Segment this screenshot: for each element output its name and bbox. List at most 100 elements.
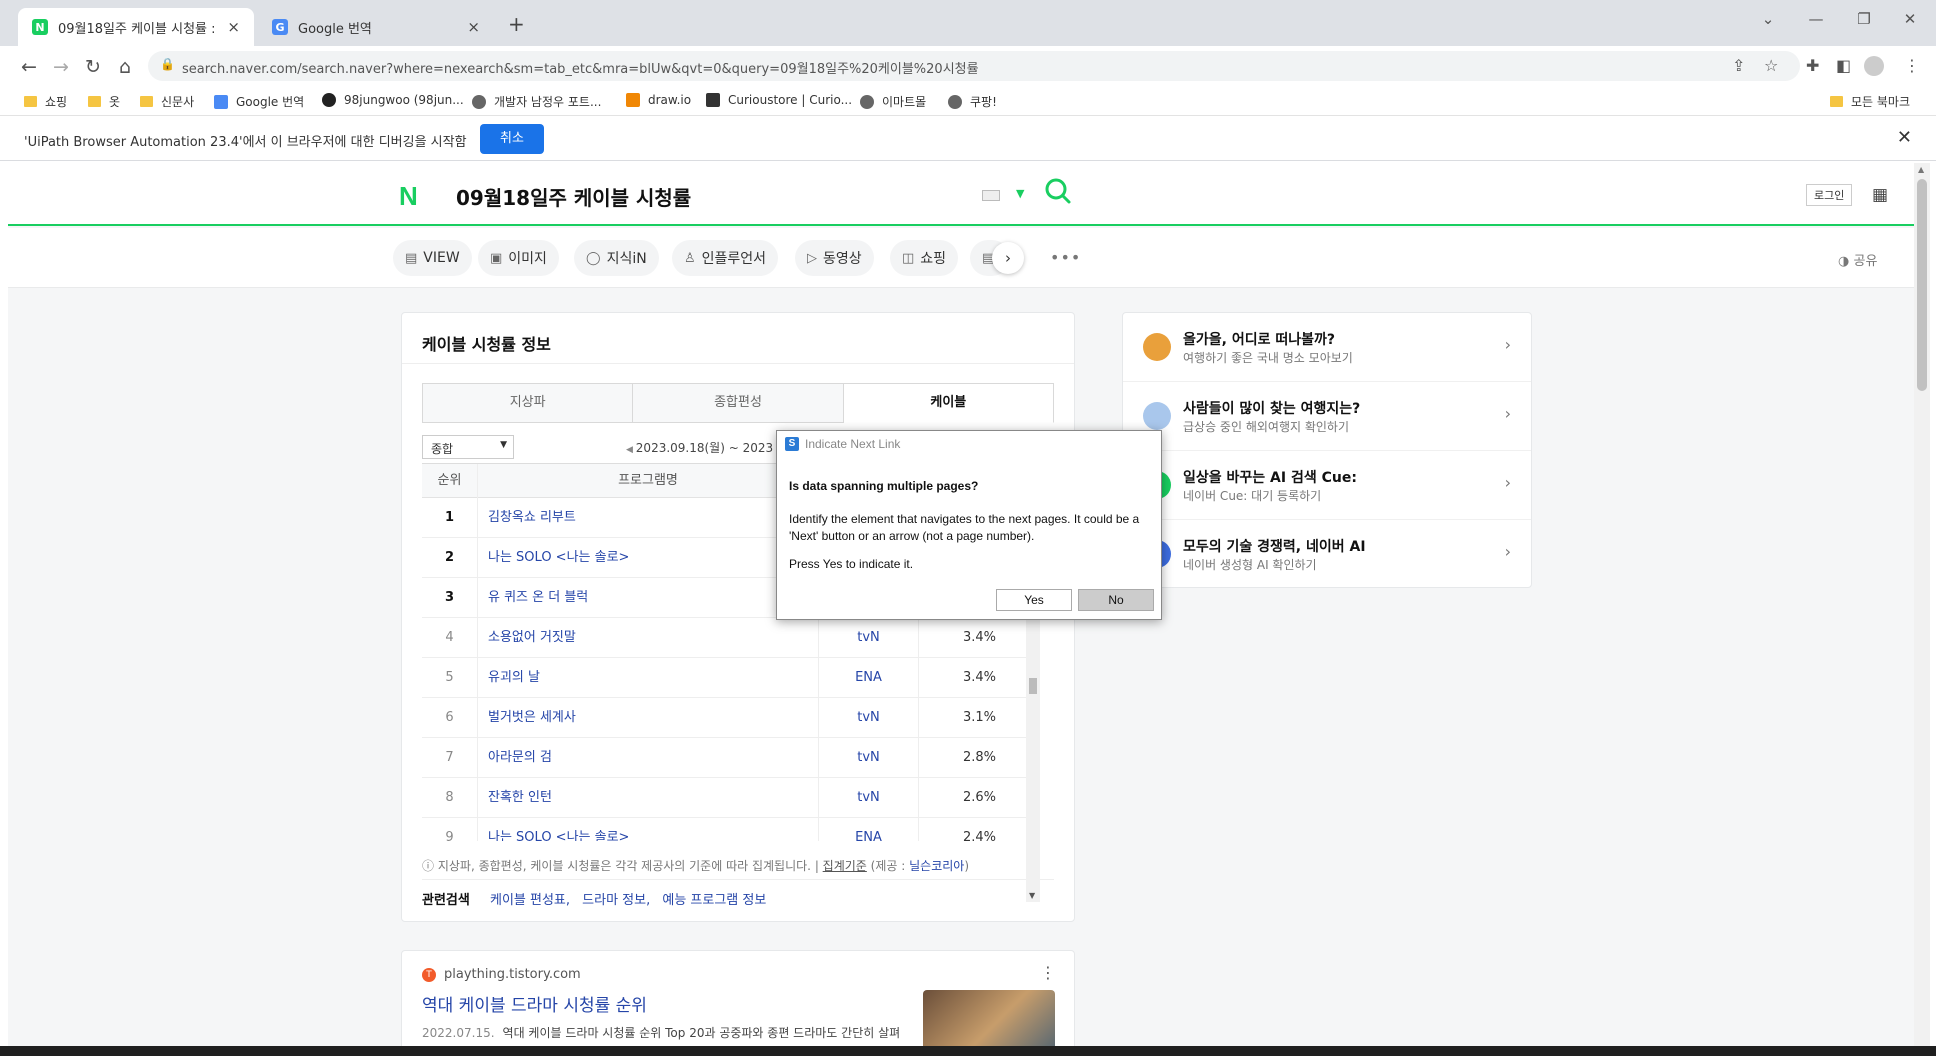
scroll-up-icon[interactable]: ▲ (1918, 165, 1924, 174)
program-link[interactable]: 나는 SOLO <나는 솔로> (488, 818, 818, 841)
bookmark-clothes[interactable]: 옷 (88, 93, 120, 110)
share-button[interactable]: ◑ 공유 (1838, 250, 1877, 269)
bookmark-drawio[interactable]: draw.io (626, 93, 691, 107)
forward-icon[interactable]: → (48, 54, 74, 80)
tab-view[interactable]: ▤ VIEW (393, 240, 472, 276)
menu-icon[interactable]: ⋮ (1904, 56, 1920, 75)
airplane-icon (1143, 402, 1171, 430)
panel-item-overseas[interactable]: 사람들이 많이 찾는 여행지는? 급상승 중인 해외여행지 확인하기 › (1123, 382, 1531, 451)
tab-kin[interactable]: ◯ 지식iN (574, 240, 659, 276)
globe-icon (948, 94, 962, 109)
browser-tab-naver[interactable]: N 09월18일주 케이블 시청률 : 네이 × (18, 8, 254, 46)
home-icon[interactable]: ⌂ (112, 54, 138, 80)
panel-item-ai[interactable]: 모두의 기술 경쟁력, 네이버 AI 네이버 생성형 AI 확인하기 › (1123, 520, 1531, 589)
extensions-icon[interactable]: ✚ (1806, 56, 1819, 75)
related-link[interactable]: 예능 프로그램 정보 (662, 893, 766, 908)
new-tab-icon[interactable]: + (508, 12, 525, 36)
program-link[interactable]: 유괴의 날 (488, 658, 818, 698)
scrollbar-thumb[interactable] (1917, 179, 1927, 391)
bookmark-shopping[interactable]: 쇼핑 (24, 93, 67, 110)
bookmark-coupang[interactable]: 쿠팡! (948, 93, 997, 110)
bookmark-label: Curioustore | Curio... (728, 93, 853, 107)
yes-button[interactable]: Yes (996, 589, 1072, 611)
related-link[interactable]: 드라마 정보, (582, 893, 650, 908)
bookmark-label: draw.io (648, 93, 692, 107)
tab-general[interactable]: 종합편성 (633, 383, 844, 423)
page-scrollbar[interactable]: ▲ (1914, 163, 1930, 1046)
keyboard-icon[interactable] (982, 190, 1000, 201)
caret-down-icon[interactable]: ▼ (1016, 187, 1024, 200)
bookmark-all[interactable]: 모든 북마크 (1830, 93, 1910, 110)
no-button[interactable]: No (1078, 589, 1154, 611)
divider (422, 879, 1054, 880)
program-link[interactable]: 김창옥쇼 리부트 (488, 498, 818, 538)
close-icon[interactable]: ✕ (1897, 127, 1912, 148)
prev-week-icon[interactable]: ◀ (626, 445, 636, 455)
tab-video[interactable]: ▷ 동영상 (795, 240, 874, 276)
bookmark-curioustore[interactable]: Curioustore | Curio... (706, 93, 852, 107)
profile-avatar[interactable] (1864, 56, 1884, 76)
scroll-down-icon[interactable]: ▼ (1029, 891, 1035, 900)
restore-icon[interactable]: ❐ (1844, 10, 1884, 28)
tab-image[interactable]: ▣ 이미지 (478, 240, 559, 276)
close-tab-icon[interactable]: × (227, 18, 240, 36)
program-link[interactable]: 아라문의 검 (488, 738, 818, 778)
result-title[interactable]: 역대 케이블 드라마 시청률 순위 (422, 991, 647, 1016)
program-link[interactable]: 소용없어 거짓말 (488, 618, 818, 658)
program-link[interactable]: 유 퀴즈 온 더 블럭 (488, 578, 818, 618)
side-panel-icon[interactable]: ◧ (1836, 56, 1851, 75)
cancel-button[interactable]: 취소 (480, 124, 544, 154)
tab-search-icon[interactable]: ⌄ (1748, 10, 1788, 28)
channel-link[interactable]: tvN (818, 778, 918, 818)
browser-toolbar: ← → ↻ ⌂ 🔒 search.naver.com/search.naver?… (0, 46, 1936, 86)
result-source[interactable]: Tplaything.tistory.com (422, 967, 581, 982)
apps-grid-icon[interactable]: ▦ (1872, 185, 1888, 205)
related-link[interactable]: 케이블 편성표, (490, 893, 570, 908)
search-query[interactable]: 09월18일주 케이블 시청률 (456, 182, 691, 211)
minimize-icon[interactable]: — (1796, 10, 1836, 28)
bookmark-github[interactable]: 98jungwoo (98jun... (322, 93, 464, 107)
tabs-next-arrow-icon[interactable]: › (992, 242, 1024, 274)
close-tab-icon[interactable]: × (467, 18, 480, 36)
channel-link[interactable]: tvN (818, 618, 918, 658)
more-icon[interactable]: ••• (1050, 248, 1081, 267)
criteria-link[interactable]: 집계기준 (823, 859, 867, 873)
bookmark-news[interactable]: 신문사 (140, 93, 194, 110)
panel-item-subtitle: 급상승 중인 해외여행지 확인하기 (1183, 420, 1350, 434)
bookmark-google-translate[interactable]: Google 번역 (214, 93, 304, 110)
dialog-body: Identify the element that navigates to t… (789, 512, 1140, 543)
bookmark-portfolio[interactable]: 개발자 남정우 포트... (472, 93, 601, 110)
close-window-icon[interactable]: ✕ (1890, 10, 1930, 28)
naver-logo[interactable]: N (399, 181, 418, 212)
login-button[interactable]: 로그인 (1806, 184, 1853, 206)
search-icon[interactable] (1044, 177, 1072, 205)
bookmark-star-icon[interactable]: ☆ (1764, 56, 1778, 75)
program-link[interactable]: 나는 SOLO <나는 솔로> (488, 538, 818, 578)
back-icon[interactable]: ← (16, 54, 42, 80)
more-options-icon[interactable]: ⋮ (1040, 963, 1056, 982)
provider-link[interactable]: 닐슨코리아 (909, 859, 964, 873)
program-link[interactable]: 잔혹한 인턴 (488, 778, 818, 818)
bookmark-emart[interactable]: 이마트몰 (860, 93, 926, 110)
channel-link[interactable]: tvN (818, 698, 918, 738)
share-page-icon[interactable]: ⇪ (1732, 56, 1745, 75)
scrollbar-thumb[interactable] (1029, 678, 1037, 694)
view-icon: ▤ (405, 250, 418, 266)
panel-item-travel[interactable]: 올가을, 어디로 떠나볼까? 여행하기 좋은 국내 명소 모아보기 › (1123, 313, 1531, 382)
indicate-next-link-dialog: S Indicate Next Link Is data spanning mu… (776, 430, 1162, 620)
result-thumbnail[interactable] (923, 990, 1055, 1046)
tab-shopping[interactable]: ◫ 쇼핑 (890, 240, 959, 276)
channel-link[interactable]: ENA (818, 818, 918, 841)
tab-influencer[interactable]: ♙ 인플루언서 (672, 240, 779, 276)
channel-link[interactable]: ENA (818, 658, 918, 698)
category-select[interactable]: 종합 ▼ (422, 435, 514, 459)
tab-terrestrial[interactable]: 지상파 (422, 383, 634, 423)
reload-icon[interactable]: ↻ (80, 54, 106, 80)
program-link[interactable]: 벌거벗은 세계사 (488, 698, 818, 738)
tab-cable[interactable]: 케이블 (843, 383, 1054, 423)
panel-item-cue[interactable]: 일상을 바꾸는 AI 검색 Cue: 네이버 Cue: 대기 등록하기 › (1123, 451, 1531, 520)
address-bar[interactable]: 🔒 search.naver.com/search.naver?where=ne… (148, 51, 1800, 81)
rank: 5 (422, 658, 478, 698)
channel-link[interactable]: tvN (818, 738, 918, 778)
browser-tab-google-translate[interactable]: G Google 번역 × (258, 8, 494, 46)
